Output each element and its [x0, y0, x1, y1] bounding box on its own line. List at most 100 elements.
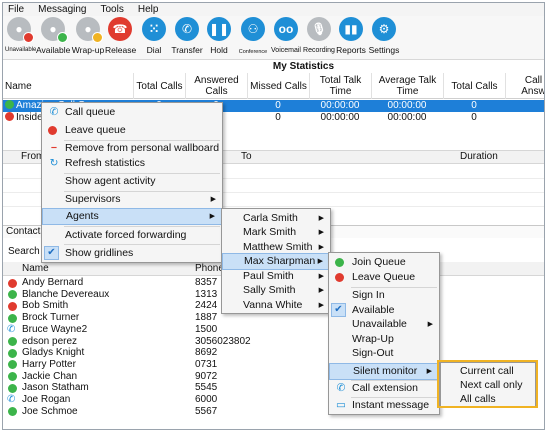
recording-button[interactable]: 🎙 Recording [303, 17, 335, 56]
menu-item-show-gridlines[interactable]: ✔ Show gridlines [42, 245, 222, 262]
phone-icon: ✆ [7, 394, 16, 405]
microphone-icon: 🎙 [307, 17, 331, 41]
menu-item-agents[interactable]: Agents ▶ [42, 208, 222, 225]
contact-row[interactable]: Gladys Knight 8692 [3, 347, 544, 359]
agent-available-icon: ● [41, 17, 68, 43]
contact-row[interactable]: edson perez 3056023802 [3, 336, 544, 348]
menu-item-call-extension[interactable]: ✆ Call extension [329, 380, 439, 397]
toolbar: ● Unavailable ● Available ● Wrap-up ☎ Re… [3, 16, 544, 60]
wrapup-button[interactable]: ● Wrap-up [71, 17, 105, 55]
agent-actions-submenu: Join Queue Leave Queue Sign In ✔ Availabl… [328, 252, 440, 415]
conference-icon: ⚇ [241, 17, 265, 41]
settings-button[interactable]: ⚙ Settings [368, 17, 400, 55]
stats-header: Name Total Calls Answered Calls Missed C… [3, 73, 544, 99]
col-missed-calls[interactable]: Missed Calls [247, 73, 309, 99]
col-avg-talk-time[interactable]: Average Talk Time [371, 73, 443, 99]
status-green-icon [8, 313, 17, 323]
contact-phone: 0731 [195, 358, 218, 370]
gear-icon: ⚙ [372, 17, 396, 41]
reports-button[interactable]: ▮▮ Reports [336, 17, 366, 55]
status-red-icon [8, 278, 17, 288]
check-icon: ✔ [44, 246, 59, 260]
status-green-icon [8, 383, 17, 393]
dial-button[interactable]: ⁙ Dial [141, 17, 167, 55]
col-total-talk-time[interactable]: Total Talk Time [309, 73, 371, 99]
release-button[interactable]: ☎ Release [105, 17, 136, 55]
contact-phone: 1313 [195, 288, 218, 300]
submenu-arrow-icon: ▶ [426, 368, 432, 375]
agents-submenu: Carla Smith ▶ Mark Smith ▶ Matthew Smith ▶ … [221, 208, 331, 314]
contact-phone: 8692 [195, 347, 218, 359]
menu-item-forced-forwarding[interactable]: Activate forced forwarding [42, 227, 222, 244]
phone-icon: ✆ [336, 382, 346, 394]
status-red-icon [5, 112, 14, 121]
submenu-arrow-icon: ▶ [209, 213, 215, 220]
voicemail-button[interactable]: oo Voicemail [270, 17, 302, 56]
contact-phone: 1887 [195, 312, 218, 324]
menu-file[interactable]: File [8, 3, 24, 16]
col-duration[interactable]: Duration [460, 151, 498, 163]
phone-icon: ✆ [7, 323, 16, 335]
leave-icon [335, 273, 344, 282]
status-green-icon [8, 337, 17, 346]
menu-item-sign-out[interactable]: Sign-Out [329, 345, 439, 362]
dialpad-icon: ⁙ [142, 17, 166, 41]
menu-item-show-agent-activity[interactable]: Show agent activity [42, 173, 222, 190]
reports-icon: ▮▮ [339, 17, 363, 41]
contact-name: Gladys Knight [22, 347, 85, 359]
contact-name: Harry Potter [22, 358, 76, 370]
menu-item-leave-queue[interactable]: Leave queue [42, 122, 222, 139]
conference-button[interactable]: ⚇ Conference [238, 17, 268, 57]
contact-phone: 1500 [195, 323, 218, 335]
contact-phone: 3056023802 [195, 335, 251, 347]
contact-phone: 9072 [195, 370, 218, 382]
contact-phone: 8357 [195, 277, 218, 288]
col-to[interactable]: To [241, 151, 252, 163]
callout-highlight [437, 360, 538, 408]
submenu-arrow-icon: ▶ [318, 301, 324, 309]
search-label: Search [8, 246, 40, 257]
contact-row[interactable]: ✆ Bruce Wayne2 1500 [3, 324, 544, 336]
available-button[interactable]: ● Available [36, 17, 70, 55]
menu-item-call-queue[interactable]: ✆ Call queue [42, 104, 222, 121]
col-contact-name[interactable]: Name [22, 262, 49, 275]
col-answered-calls[interactable]: Answered Calls [185, 73, 247, 99]
contact-name: Brock Turner [22, 312, 80, 324]
col-name[interactable]: Name [3, 73, 133, 99]
menubar: File Messaging Tools Help [3, 3, 544, 16]
agent-unavailable-icon: ● [7, 17, 34, 43]
menu-item-leave-queue[interactable]: Leave Queue [329, 269, 439, 286]
menu-messaging[interactable]: Messaging [38, 3, 86, 16]
contact-name: edson perez [22, 335, 78, 347]
unavailable-button[interactable]: ● Unavailable [5, 17, 36, 55]
col-total-calls-2[interactable]: Total Calls [443, 73, 505, 99]
status-green-icon [8, 360, 17, 370]
transfer-icon: ✆ [175, 17, 199, 41]
check-icon: ✔ [331, 302, 346, 317]
agent-item[interactable]: Vanna White ▶ [222, 297, 330, 314]
col-contact-phone[interactable]: Phone [195, 262, 224, 275]
transfer-button[interactable]: ✆ Transfer [170, 17, 204, 55]
menu-tools[interactable]: Tools [100, 3, 123, 16]
context-menu: ✆ Call queue Leave queue − Remove from per… [41, 102, 223, 263]
phone-icon: ✆ [49, 106, 59, 118]
join-icon [335, 258, 344, 267]
hold-button[interactable]: ❚❚ Hold [207, 17, 231, 55]
menu-help[interactable]: Help [138, 3, 159, 16]
contact-phone: 5545 [195, 382, 218, 394]
menu-item-instant-message[interactable]: ▭ Instant message [329, 397, 439, 414]
contact-phone: 5567 [195, 405, 218, 417]
status-green-icon [5, 100, 14, 109]
status-green-icon [8, 407, 17, 417]
hold-icon: ❚❚ [207, 17, 231, 41]
col-call-answered[interactable]: Call Answ [505, 73, 544, 99]
menu-item-supervisors[interactable]: Supervisors ▶ [42, 191, 222, 208]
menu-item-silent-monitor[interactable]: Silent monitor ▶ [329, 363, 439, 380]
release-call-icon: ☎ [108, 17, 132, 41]
status-red-icon [8, 301, 17, 311]
contact-name: Jason Statham [22, 382, 89, 394]
contact-phone: 6000 [195, 394, 218, 405]
refresh-icon: ↻ [49, 157, 59, 169]
menu-item-refresh-statistics[interactable]: ↻ Refresh statistics [42, 155, 222, 172]
col-total-calls[interactable]: Total Calls [133, 73, 185, 99]
